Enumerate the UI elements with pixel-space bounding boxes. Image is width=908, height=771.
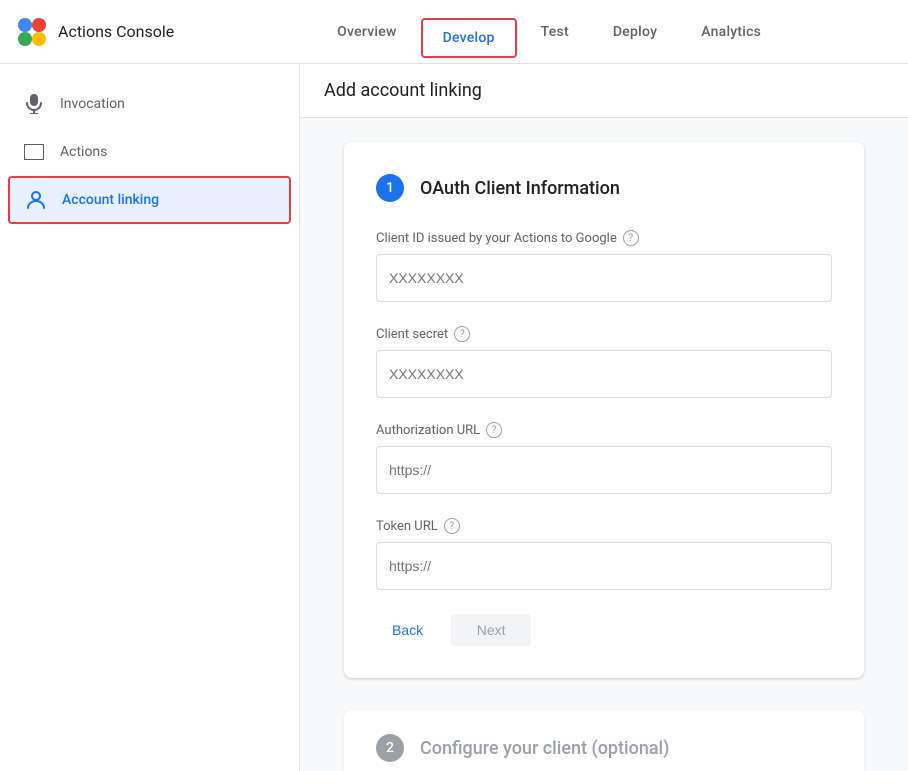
section2-title: Configure your client (optional) <box>420 738 669 759</box>
top-nav: Overview Develop Test Deploy Analytics <box>206 0 892 64</box>
sidebar-item-invocation-label: Invocation <box>60 96 125 112</box>
next-button[interactable]: Next <box>451 614 531 646</box>
google-assistant-icon <box>16 16 48 48</box>
auth-url-input[interactable] <box>376 446 832 494</box>
sidebar-item-account-linking-label: Account linking <box>62 192 159 208</box>
section1-title: OAuth Client Information <box>420 178 620 199</box>
sidebar: Invocation Actions Account linking <box>0 64 300 771</box>
main-layout: Invocation Actions Account linking Add a… <box>0 64 908 771</box>
app-logo: Actions Console <box>16 16 174 48</box>
token-url-group: Token URL ? <box>376 518 832 590</box>
configure-client-card: 2 Configure your client (optional) <box>344 710 864 771</box>
client-id-input[interactable] <box>376 254 832 302</box>
microphone-icon <box>24 94 44 114</box>
auth-url-help-icon[interactable]: ? <box>486 422 502 438</box>
oauth-client-card: 1 OAuth Client Information Client ID iss… <box>344 142 864 678</box>
sidebar-item-actions-label: Actions <box>60 144 107 160</box>
client-secret-label: Client secret ? <box>376 326 832 342</box>
header: Actions Console Overview Develop Test De… <box>0 0 908 64</box>
client-id-group: Client ID issued by your Actions to Goog… <box>376 230 832 302</box>
sidebar-item-invocation[interactable]: Invocation <box>0 80 299 128</box>
page-title-bar: Add account linking <box>300 64 908 118</box>
client-secret-input[interactable] <box>376 350 832 398</box>
step1-badge: 1 <box>376 174 404 202</box>
sidebar-item-actions[interactable]: Actions <box>0 128 299 176</box>
section1-header: 1 OAuth Client Information <box>376 174 832 202</box>
token-url-input[interactable] <box>376 542 832 590</box>
main-content: Add account linking 1 OAuth Client Infor… <box>300 64 908 771</box>
nav-deploy[interactable]: Deploy <box>593 0 677 64</box>
section1-buttons: Back Next <box>376 614 832 646</box>
step2-badge: 2 <box>376 734 404 762</box>
sidebar-item-account-linking[interactable]: Account linking <box>8 176 291 224</box>
back-button[interactable]: Back <box>376 614 439 646</box>
client-id-help-icon[interactable]: ? <box>623 230 639 246</box>
app-title: Actions Console <box>58 22 174 41</box>
token-url-label: Token URL ? <box>376 518 832 534</box>
client-secret-help-icon[interactable]: ? <box>454 326 470 342</box>
nav-analytics[interactable]: Analytics <box>681 0 781 64</box>
card-container: 1 OAuth Client Information Client ID iss… <box>300 118 908 771</box>
nav-test[interactable]: Test <box>521 0 589 64</box>
account-icon <box>26 190 46 210</box>
actions-icon <box>24 142 44 162</box>
nav-overview[interactable]: Overview <box>317 0 416 64</box>
client-id-label: Client ID issued by your Actions to Goog… <box>376 230 832 246</box>
auth-url-label: Authorization URL ? <box>376 422 832 438</box>
page-title: Add account linking <box>324 80 884 101</box>
client-secret-group: Client secret ? <box>376 326 832 398</box>
auth-url-group: Authorization URL ? <box>376 422 832 494</box>
section2-header: 2 Configure your client (optional) <box>376 734 832 762</box>
token-url-help-icon[interactable]: ? <box>444 518 460 534</box>
nav-develop[interactable]: Develop <box>421 18 517 58</box>
